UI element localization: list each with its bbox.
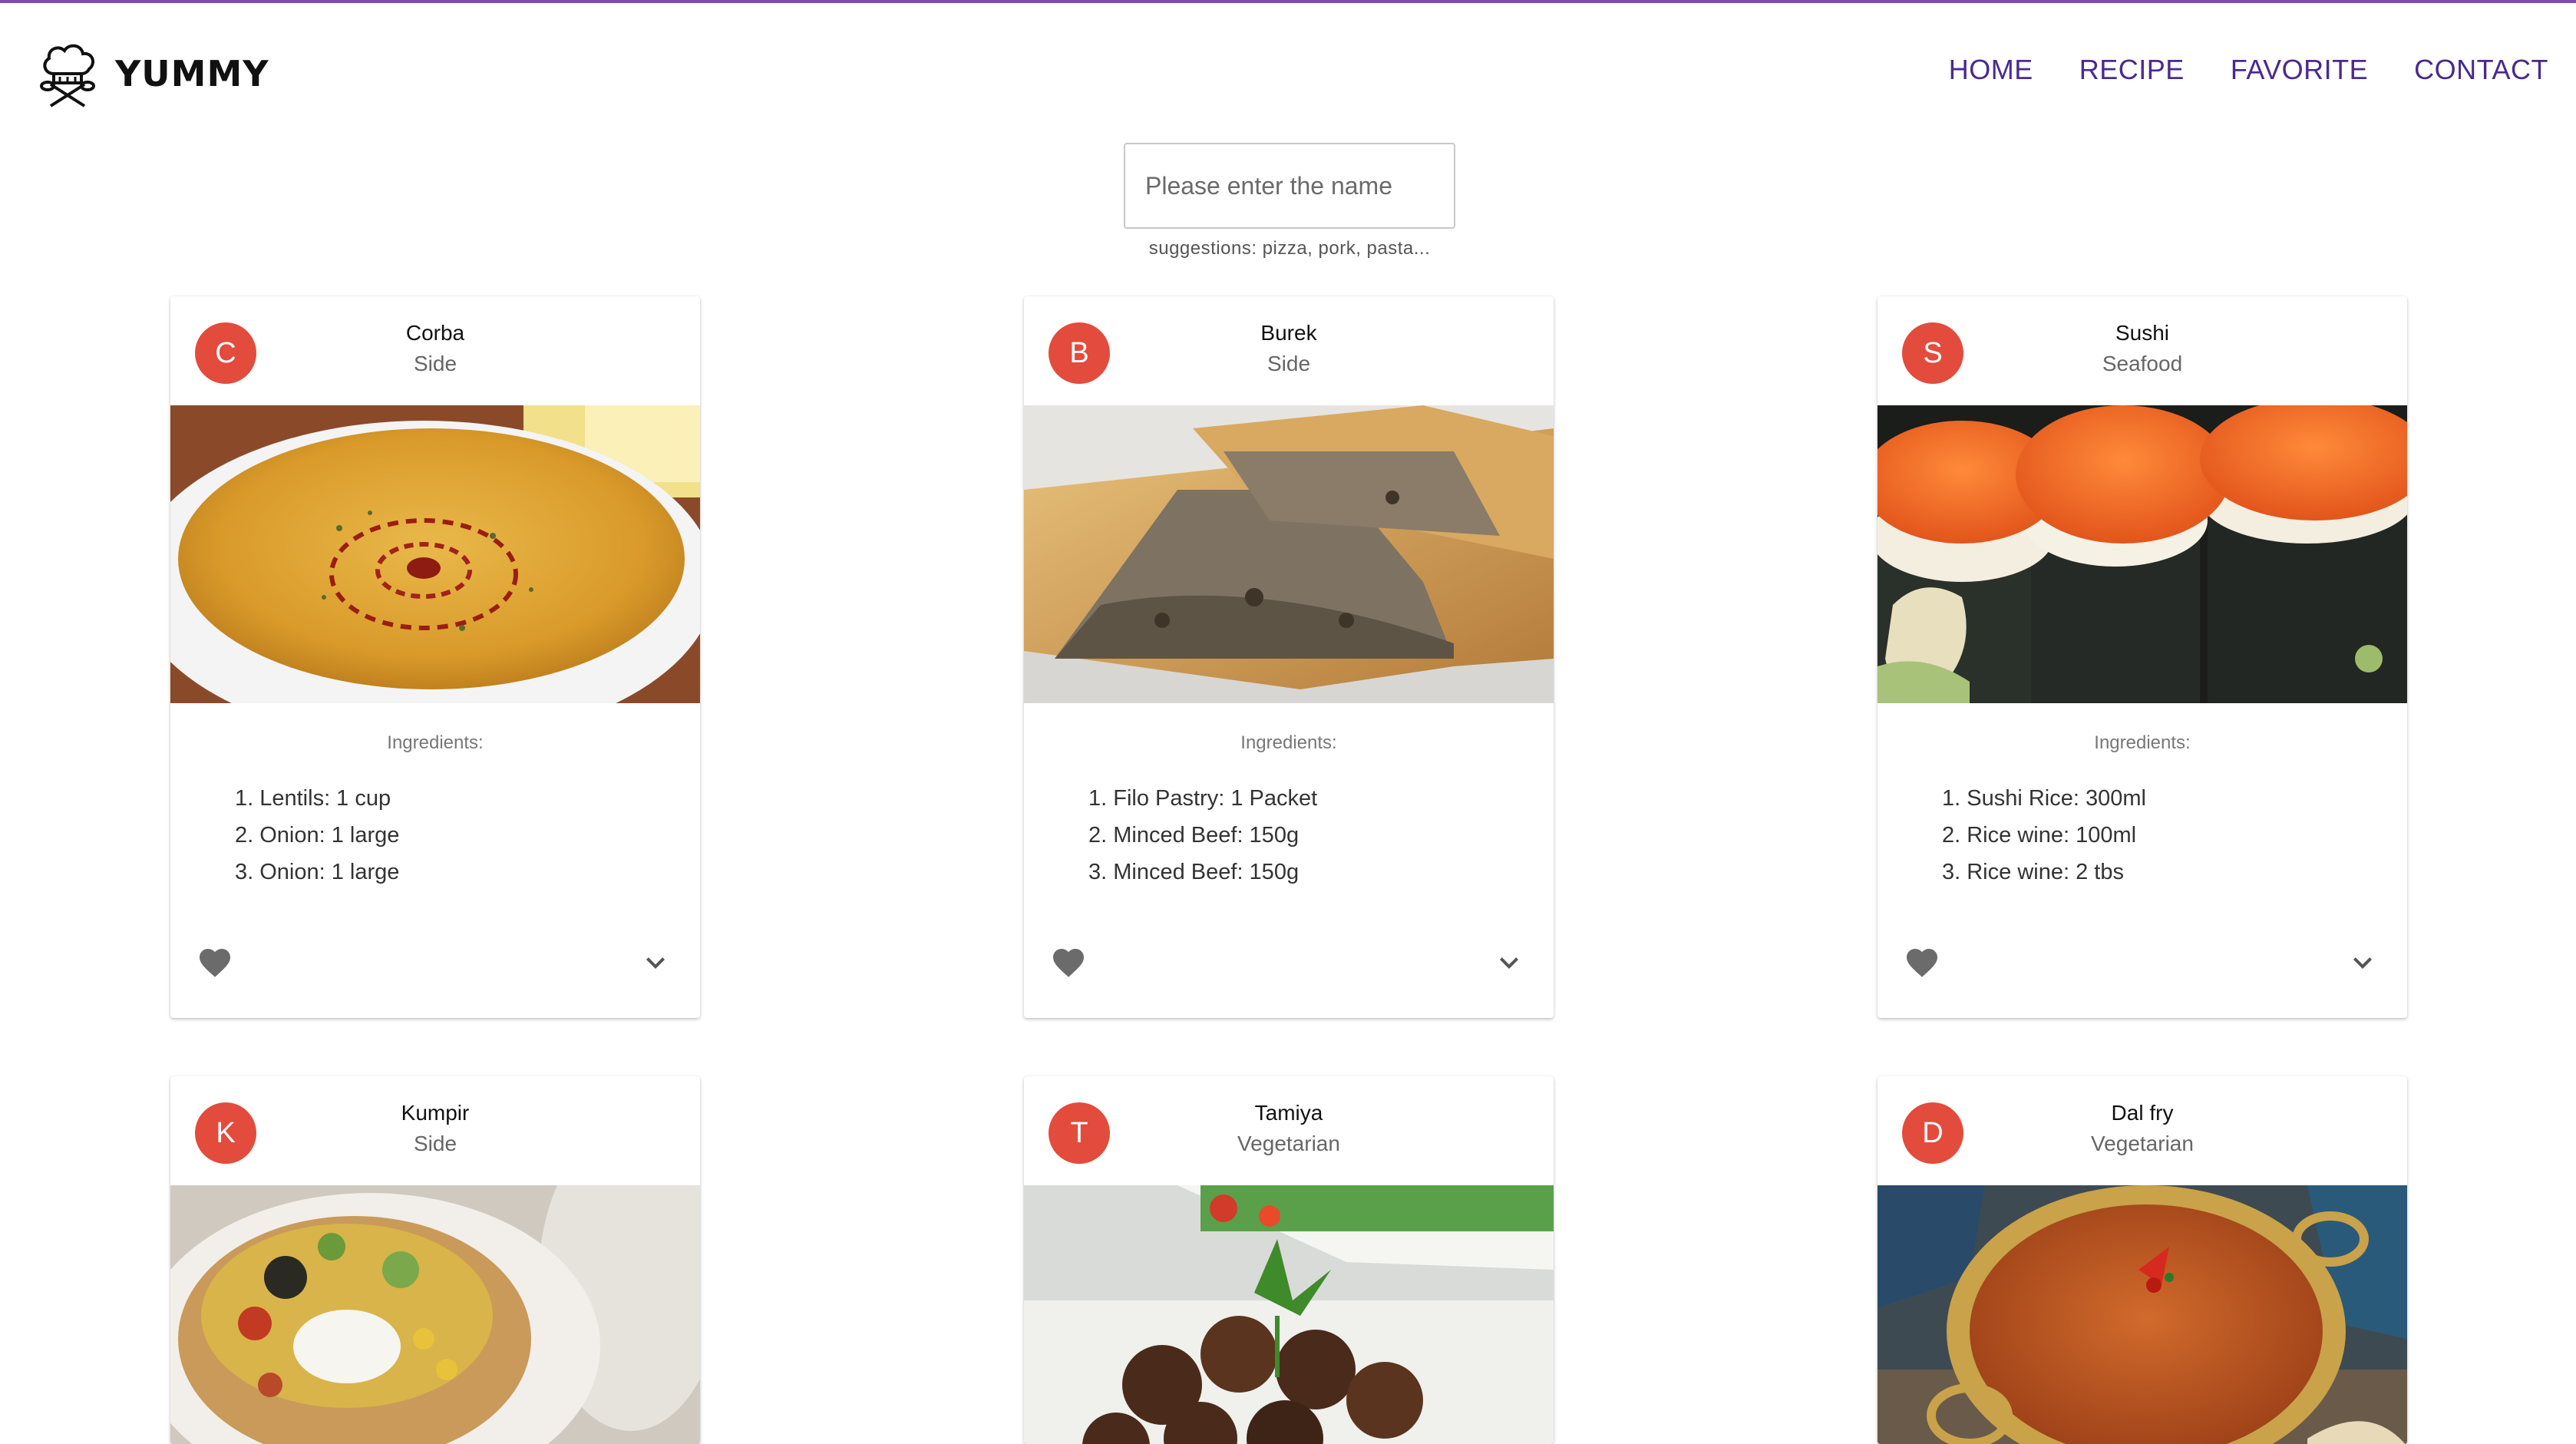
ingredients-label: Ingredients: [387, 732, 484, 753]
search-suggestions: suggestions: pizza, pork, pasta... [1148, 238, 1431, 259]
ingredient-item: 3. Onion: 1 large [235, 860, 400, 884]
recipe-name: Dal fry [2111, 1101, 2174, 1125]
nav-recipe[interactable]: RECIPE [2079, 54, 2185, 86]
chevron-down-icon[interactable] [1491, 944, 1527, 981]
recipe-name: Corba [405, 321, 465, 345]
dal-curry-photo [1878, 1185, 2407, 1444]
chevron-down-icon[interactable] [637, 944, 674, 981]
ingredient-list: 1. Filo Pastry: 1 Packet 2. Minced Beef:… [1088, 780, 1317, 891]
recipe-category: Seafood [2102, 352, 2183, 375]
recipe-name: Sushi [2115, 321, 2170, 345]
heart-icon[interactable] [1050, 944, 1087, 981]
recipe-category: Vegetarian [1237, 1132, 1340, 1155]
heart-icon[interactable] [1904, 944, 1940, 981]
card-header: B Burek Side [1024, 296, 1554, 405]
ingredient-item: 1. Filo Pastry: 1 Packet [1088, 786, 1318, 811]
nav-favorite[interactable]: FAVORITE [2231, 54, 2368, 86]
card-actions [170, 926, 700, 1018]
card-content: Ingredients: 1. Sushi Rice: 300ml 2. Ric… [1878, 703, 2407, 926]
card-actions [1878, 926, 2407, 1018]
card-header: C Corba Side [170, 296, 700, 405]
heart-icon[interactable] [197, 944, 233, 981]
main-navigation: HOME RECIPE FAVORITE CONTACT [1949, 54, 2548, 86]
recipe-card: K Kumpir Side [170, 1076, 700, 1444]
ingredient-item: 2. Rice wine: 100ml [1942, 823, 2137, 848]
card-header: D Dal fry Vegetarian [1878, 1076, 2407, 1185]
card-header: S Sushi Seafood [1878, 296, 2407, 405]
chevron-down-icon[interactable] [2344, 944, 2381, 981]
ingredient-item: 3. Rice wine: 2 tbs [1942, 860, 2124, 884]
ingredient-list: 1. Lentils: 1 cup 2. Onion: 1 large 3. O… [235, 780, 399, 891]
falafel-plate-photo [1024, 1185, 1554, 1444]
recipe-card: B Burek Side Ingredients: 1. Filo Pastry… [1024, 296, 1554, 1018]
card-header: T Tamiya Vegetarian [1024, 1076, 1554, 1185]
recipe-card: T Tamiya Vegetarian [1024, 1076, 1554, 1444]
recipe-name: Kumpir [401, 1101, 470, 1125]
soup-bowl-photo [170, 405, 700, 703]
ingredient-item: 1. Lentils: 1 cup [235, 786, 391, 811]
navbar: YUMMY HOME RECIPE FAVORITE CONTACT [0, 3, 2576, 141]
recipe-card: C Corba Side Ingredients: 1. Lentils: 1 … [170, 296, 700, 1018]
burek-pastry-photo [1024, 405, 1554, 703]
recipe-name: Tamiya [1254, 1101, 1323, 1125]
brand-name: YUMMY [115, 53, 269, 94]
recipe-category: Side [413, 1132, 457, 1155]
recipe-card: D Dal fry Vegetarian [1878, 1076, 2407, 1444]
ingredients-label: Ingredients: [1240, 732, 1337, 753]
recipe-category: Side [413, 352, 457, 375]
sushi-rolls-photo [1878, 405, 2407, 703]
brand-logo[interactable]: YUMMY [31, 37, 269, 111]
recipe-card: S Sushi Seafood Ingredients: 1. Sushi Ri… [1878, 296, 2407, 1018]
ingredient-item: 2. Minced Beef: 150g [1088, 823, 1300, 848]
chef-hat-utensils-icon [40, 44, 95, 107]
recipe-name: Burek [1260, 321, 1317, 345]
card-actions [1024, 926, 1554, 1018]
card-header: K Kumpir Side [170, 1076, 700, 1185]
recipe-category: Side [1267, 352, 1311, 375]
recipe-category: Vegetarian [2091, 1132, 2194, 1155]
card-content: Ingredients: 1. Lentils: 1 cup 2. Onion:… [170, 703, 700, 926]
ingredients-label: Ingredients: [2094, 732, 2191, 753]
ingredient-item: 3. Minced Beef: 150g [1088, 860, 1300, 884]
search-section: suggestions: pizza, pork, pasta... [1124, 143, 1455, 259]
ingredient-list: 1. Sushi Rice: 300ml 2. Rice wine: 100ml… [1942, 780, 2146, 891]
ingredient-item: 2. Onion: 1 large [235, 823, 400, 848]
recipe-search-input[interactable] [1124, 143, 1455, 229]
stuffed-potato-photo [170, 1185, 700, 1444]
nav-contact[interactable]: CONTACT [2414, 54, 2548, 86]
nav-home[interactable]: HOME [1949, 54, 2033, 86]
card-content: Ingredients: 1. Filo Pastry: 1 Packet 2.… [1024, 703, 1554, 926]
ingredient-item: 1. Sushi Rice: 300ml [1942, 786, 2146, 811]
